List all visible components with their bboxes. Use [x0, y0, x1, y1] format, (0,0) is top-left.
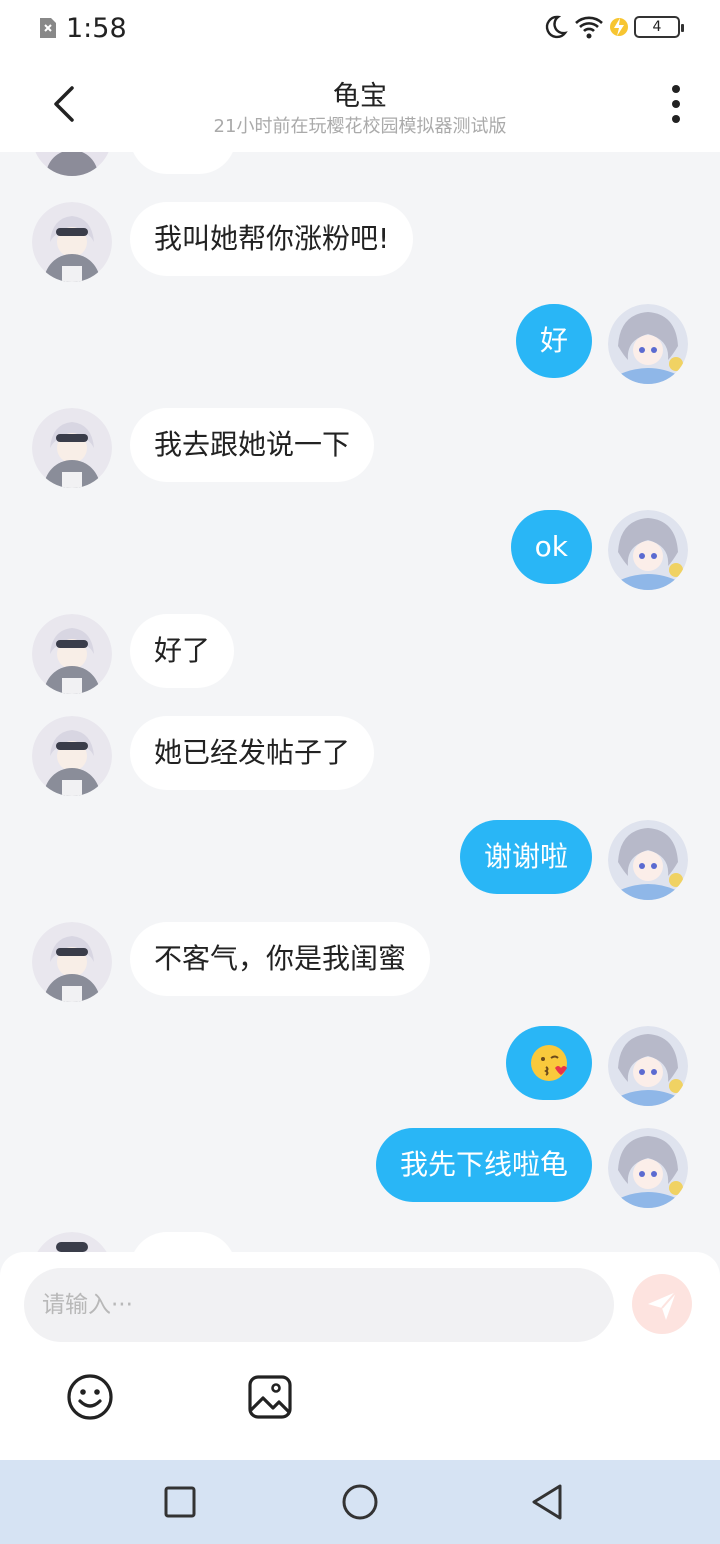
contact-avatar[interactable] — [32, 716, 112, 796]
message-bubble: 好 — [515, 304, 592, 378]
system-nav-bar — [0, 1460, 720, 1544]
contact-avatar[interactable] — [32, 152, 112, 176]
message-row: 我去跟她说一下 — [0, 408, 720, 488]
message-bubble-emoji: 😘 — [506, 1026, 592, 1100]
message-row-partial-top — [0, 152, 720, 176]
contact-avatar[interactable] — [32, 408, 112, 488]
my-avatar[interactable] — [608, 820, 688, 900]
square-icon[interactable] — [160, 1482, 200, 1522]
message-row-partial-bottom — [0, 1232, 720, 1252]
message-bubble: 我去跟她说一下 — [130, 408, 375, 482]
circle-icon[interactable] — [340, 1482, 380, 1522]
battery-level: 4 — [652, 19, 662, 35]
sim-icon — [40, 18, 56, 38]
message-bubble: 不客气，你是我闺蜜 — [130, 922, 431, 996]
my-avatar[interactable] — [608, 510, 688, 590]
message-bubble-partial — [130, 1232, 236, 1252]
message-bubble: 她已经发帖子了 — [130, 716, 375, 790]
charging-icon — [610, 18, 628, 36]
contact-avatar[interactable] — [32, 1232, 112, 1252]
message-row: 我叫她帮你涨粉吧! — [0, 202, 720, 282]
more-vertical-icon[interactable] — [670, 84, 682, 124]
message-list[interactable]: 我叫她帮你涨粉吧! 好 我去跟她说一下 ok 好了 她已经发帖子了 谢谢啦 不客… — [0, 152, 720, 1252]
message-bubble: 好了 — [130, 614, 235, 688]
my-avatar[interactable] — [608, 1026, 688, 1106]
message-bubble: ok — [510, 510, 592, 584]
emoji-icon[interactable] — [65, 1372, 115, 1422]
send-button[interactable] — [632, 1274, 692, 1334]
message-bubble: 谢谢啦 — [459, 820, 592, 894]
battery-icon: 4 — [634, 16, 684, 38]
message-bubble: 我叫她帮你涨粉吧! — [130, 202, 414, 276]
wifi-icon — [575, 16, 603, 39]
my-avatar[interactable] — [608, 1128, 688, 1208]
message-row: 不客气，你是我闺蜜 — [0, 922, 720, 1002]
message-bubble-partial — [130, 152, 236, 174]
message-row: ok — [0, 510, 720, 590]
status-icons: 4 — [542, 14, 684, 40]
message-row: 谢谢啦 — [0, 820, 720, 900]
contact-avatar[interactable] — [32, 202, 112, 282]
message-row: 我先下线啦龟 — [0, 1128, 720, 1208]
composer: 请输入··· — [0, 1252, 720, 1460]
send-icon — [648, 1291, 677, 1320]
message-bubble: 我先下线啦龟 — [375, 1128, 592, 1202]
image-icon[interactable] — [245, 1372, 295, 1422]
message-input[interactable]: 请输入··· — [24, 1268, 614, 1342]
message-row: 😘 — [0, 1026, 720, 1106]
message-row: 她已经发帖子了 — [0, 716, 720, 796]
triangle-back-icon[interactable] — [528, 1482, 568, 1522]
moon-icon — [545, 15, 568, 39]
chat-header: 龟宝 21小时前在玩樱花校园模拟器测试版 — [0, 58, 720, 152]
chat-title: 龟宝 — [333, 81, 387, 112]
kissing-face-icon — [531, 1045, 567, 1081]
my-avatar[interactable] — [608, 304, 688, 384]
message-row: 好 — [0, 304, 720, 384]
status-bar: 1:58 4 — [0, 0, 720, 58]
contact-avatar[interactable] — [32, 922, 112, 1002]
chat-subtitle: 21小时前在玩樱花校园模拟器测试版 — [213, 116, 507, 137]
status-time: 1:58 — [66, 13, 127, 44]
message-row: 好了 — [0, 614, 720, 694]
contact-avatar[interactable] — [32, 614, 112, 694]
